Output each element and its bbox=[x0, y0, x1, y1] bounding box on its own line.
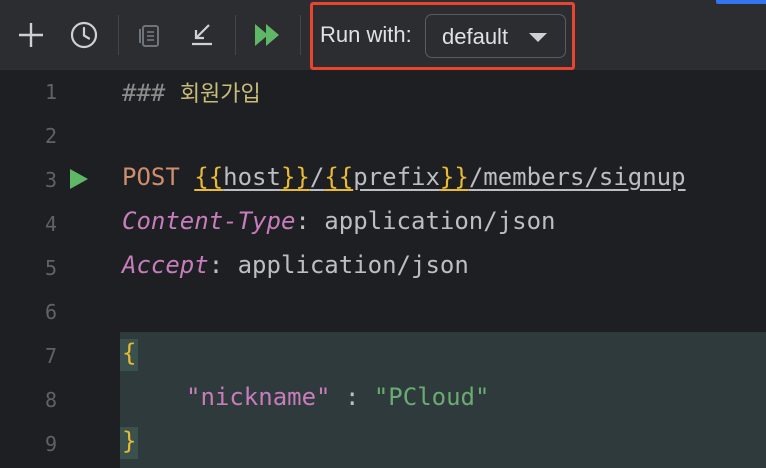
plus-icon bbox=[19, 23, 43, 47]
header-separator: : bbox=[208, 251, 238, 279]
history-button[interactable] bbox=[67, 16, 101, 54]
http-method: POST bbox=[122, 163, 180, 191]
run-request-icon[interactable] bbox=[70, 169, 88, 189]
code-line-4: Content-Type: application/json bbox=[122, 207, 555, 235]
import-button[interactable] bbox=[185, 16, 219, 54]
toolbar-separator bbox=[300, 15, 301, 55]
url-slash: / bbox=[309, 163, 325, 191]
request-title: 회원가입 bbox=[179, 82, 261, 107]
url-path: /members/signup bbox=[468, 163, 686, 191]
chevron-down-icon bbox=[529, 33, 547, 42]
code-line-8: "nickname" : "PCloud" bbox=[186, 383, 489, 411]
line-number: 4 bbox=[44, 212, 57, 236]
host-variable[interactable]: host bbox=[223, 163, 281, 191]
code-line-5: Accept: application/json bbox=[122, 251, 469, 279]
var-open: {{ bbox=[324, 163, 354, 191]
line-number: 7 bbox=[44, 344, 57, 368]
run-all-button[interactable] bbox=[251, 16, 285, 54]
header-value: application/json bbox=[237, 251, 469, 279]
var-close: }} bbox=[280, 163, 310, 191]
document-icon bbox=[139, 25, 159, 47]
header-name: Content-Type bbox=[122, 207, 296, 235]
json-separator: : bbox=[330, 383, 374, 411]
line-number: 2 bbox=[44, 124, 57, 148]
environment-selected-value: default bbox=[442, 24, 509, 49]
line-number: 8 bbox=[44, 388, 57, 412]
header-separator: : bbox=[295, 207, 325, 235]
comment-marker: ### bbox=[122, 79, 166, 107]
json-key: "nickname" bbox=[186, 383, 331, 411]
line-number: 5 bbox=[44, 256, 57, 280]
line-number: 1 bbox=[44, 80, 57, 104]
code-line-7: { bbox=[122, 339, 136, 367]
toolbar-separator bbox=[118, 15, 119, 55]
json-open-brace: { bbox=[122, 339, 137, 367]
prefix-variable[interactable]: prefix bbox=[353, 163, 440, 191]
var-close: }} bbox=[439, 163, 469, 191]
code-line-3: POST {{host}}/{{prefix}}/members/signup bbox=[122, 163, 686, 191]
environment-select[interactable]: default bbox=[425, 14, 566, 58]
examples-button[interactable] bbox=[132, 16, 166, 54]
window-accent bbox=[716, 0, 766, 4]
json-close-brace: } bbox=[122, 427, 137, 455]
add-request-button[interactable] bbox=[14, 16, 48, 54]
json-value: "PCloud" bbox=[373, 383, 490, 411]
run-with-label: Run with: bbox=[320, 22, 412, 47]
run-all-icon bbox=[255, 24, 279, 46]
toolbar-separator bbox=[235, 15, 236, 55]
import-arrow-icon bbox=[192, 24, 212, 46]
line-number: 3 bbox=[44, 168, 57, 192]
var-open: {{ bbox=[194, 163, 224, 191]
code-line-9: } bbox=[122, 427, 136, 455]
code-line-1: ### 회원가입 bbox=[122, 76, 261, 108]
header-name: Accept bbox=[122, 251, 209, 279]
line-number: 6 bbox=[44, 300, 57, 324]
header-value: application/json bbox=[324, 207, 556, 235]
clock-icon bbox=[70, 21, 98, 49]
line-number: 9 bbox=[44, 432, 57, 456]
